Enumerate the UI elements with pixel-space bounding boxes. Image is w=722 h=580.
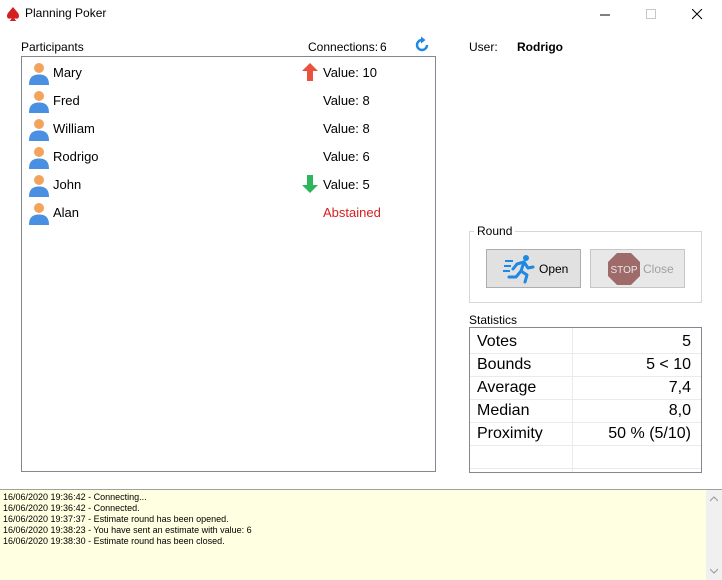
statistic-label: Median [477, 402, 530, 419]
maximize-button [628, 0, 674, 28]
participants-label: Participants [21, 40, 84, 54]
participant-name: Rodrigo [53, 149, 99, 164]
participant-name: John [53, 177, 82, 192]
statistic-label: Proximity [477, 425, 543, 442]
participant-name: William [53, 121, 95, 136]
log-line: 16/06/2020 19:38:30 - Estimate round has… [3, 536, 225, 546]
participants-list[interactable]: Mary Value: 10 Fred Value: 8 William Val… [21, 56, 436, 472]
statistics-label: Statistics [469, 313, 518, 327]
user-avatar-icon [29, 203, 49, 225]
participant-value: Value: 10 [323, 65, 377, 80]
round-label: Round [474, 224, 516, 238]
statistics-row-empty [470, 446, 701, 469]
user-avatar-icon [29, 119, 49, 141]
participant-value-abstained: Abstained [323, 205, 381, 220]
log-scrollbar[interactable] [706, 489, 722, 580]
participant-row[interactable]: Alan Abstained [22, 199, 435, 227]
log-line: 16/06/2020 19:36:42 - Connecting... [3, 492, 147, 502]
statistic-value: 8,0 [668, 402, 691, 419]
participant-name: Mary [53, 65, 82, 80]
maximize-icon [645, 8, 656, 19]
window-title: Planning Poker [25, 6, 107, 20]
participant-name: Alan [53, 205, 80, 220]
minimize-button[interactable] [582, 0, 628, 28]
participant-row[interactable]: Mary Value: 10 [22, 59, 435, 87]
refresh-icon[interactable] [413, 36, 431, 54]
participant-value: Value: 8 [323, 93, 370, 108]
title-bar: Planning Poker [0, 0, 722, 28]
participant-row[interactable]: John Value: 5 [22, 171, 435, 199]
arrow-up-icon [302, 63, 318, 81]
participant-row[interactable]: Fred Value: 8 [22, 87, 435, 115]
participant-value: Value: 6 [323, 149, 370, 164]
spade-icon [7, 7, 19, 21]
minimize-icon [599, 14, 610, 15]
statistics-row: Proximity 50 % (5/10) [470, 423, 701, 446]
event-log[interactable]: 16/06/2020 19:36:42 - Connecting... 16/0… [0, 489, 706, 580]
statistic-label: Votes [477, 333, 518, 350]
user-avatar-icon [29, 175, 49, 197]
statistics-row: Bounds 5 < 10 [470, 354, 701, 377]
participant-value: Value: 8 [323, 121, 370, 136]
open-button-label: Open [539, 261, 569, 276]
statistic-value: 50 % (5/10) [608, 425, 691, 442]
participant-name: Fred [53, 93, 80, 108]
close-icon [691, 8, 702, 19]
statistics-row: Average 7,4 [470, 377, 701, 400]
user-avatar-icon [29, 91, 49, 113]
statistic-label: Average [477, 379, 537, 396]
user-name: Rodrigo [517, 40, 563, 54]
user-avatar-icon [29, 63, 49, 85]
statistic-value: 7,4 [668, 379, 691, 396]
stop-sign-icon: STOP [608, 252, 640, 285]
scroll-down-icon[interactable] [710, 568, 718, 574]
arrow-down-icon [302, 175, 318, 193]
statistics-table: Votes 5 Bounds 5 < 10 Average 7,4 Median… [469, 327, 702, 473]
log-line: 16/06/2020 19:38:23 - You have sent an e… [3, 525, 252, 535]
statistic-label: Bounds [477, 356, 532, 373]
log-line: 16/06/2020 19:37:37 - Estimate round has… [3, 514, 229, 524]
connections-label: Connections: [308, 40, 379, 54]
participant-row[interactable]: William Value: 8 [22, 115, 435, 143]
close-round-button[interactable]: STOP Close [590, 249, 685, 288]
participant-value: Value: 5 [323, 177, 370, 192]
open-round-button[interactable]: Open [486, 249, 581, 288]
statistic-value: 5 < 10 [646, 356, 691, 373]
svg-text:STOP: STOP [610, 265, 637, 276]
close-button-label: Close [643, 261, 674, 276]
scroll-up-icon[interactable] [710, 496, 718, 502]
close-button[interactable] [674, 0, 720, 28]
log-line: 16/06/2020 19:36:42 - Connected. [3, 503, 140, 513]
user-avatar-icon [29, 147, 49, 169]
user-label: User: [469, 40, 498, 54]
running-man-icon [503, 254, 535, 283]
statistics-row: Votes 5 [470, 331, 701, 354]
statistics-row: Median 8,0 [470, 400, 701, 423]
participant-row[interactable]: Rodrigo Value: 6 [22, 143, 435, 171]
connections-count: 6 [380, 40, 387, 54]
statistic-value: 5 [682, 333, 691, 350]
